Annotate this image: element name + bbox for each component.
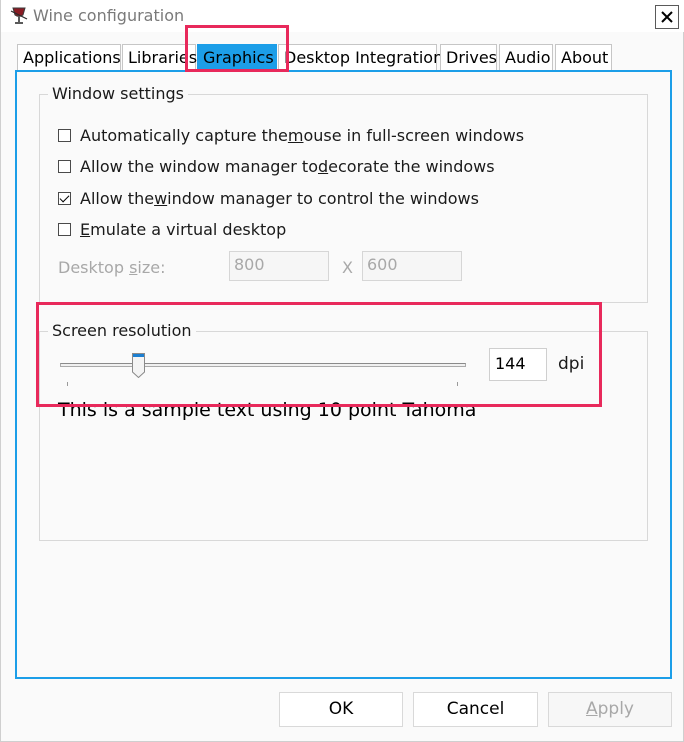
option-label-text: mulate a virtual desktop xyxy=(90,220,287,239)
apply-rest: pply xyxy=(597,699,634,719)
tab-audio[interactable]: Audio xyxy=(499,44,553,71)
apply-button[interactable]: Apply xyxy=(548,692,672,727)
cancel-button[interactable]: Cancel xyxy=(413,692,538,727)
option-label-text: ecorate the windows xyxy=(328,157,495,176)
ok-button[interactable]: OK xyxy=(279,692,403,727)
desktop-size-label: Desktop size: xyxy=(58,258,166,277)
option-label-text: Allow the xyxy=(80,189,155,208)
label-text: ize: xyxy=(137,258,166,277)
option-label-accel: m xyxy=(287,126,304,145)
capture-mouse-checkbox[interactable] xyxy=(58,129,71,142)
close-icon xyxy=(661,11,673,23)
size-separator: X xyxy=(342,258,353,277)
decorate-windows-option[interactable]: Allow the window manager to d ecorate the… xyxy=(58,157,495,176)
tab-desktop-integration[interactable]: Desktop Integration xyxy=(278,44,443,71)
virtual-desktop-checkbox[interactable] xyxy=(58,223,71,236)
capture-mouse-option[interactable]: Automatically capture the m ouse in full-… xyxy=(58,126,524,145)
tab-applications[interactable]: Applications xyxy=(17,44,121,71)
wine-configuration-window: Wine configuration Applications Librarie… xyxy=(0,0,684,742)
apply-accel: A xyxy=(585,699,598,719)
desktop-height-input[interactable]: 600 xyxy=(362,251,462,281)
option-label-text: indow manager to control the windows xyxy=(167,189,479,208)
close-button[interactable] xyxy=(655,5,679,29)
option-label-accel: E xyxy=(80,220,91,239)
label-text: Desktop xyxy=(58,258,130,277)
window-settings-legend: Window settings xyxy=(48,84,188,103)
screen-resolution-highlight xyxy=(36,302,602,407)
tab-drives[interactable]: Drives xyxy=(440,44,497,71)
decorate-windows-checkbox[interactable] xyxy=(58,160,71,173)
title-bar: Wine configuration xyxy=(1,0,684,32)
option-label-text: Automatically capture the xyxy=(80,126,288,145)
virtual-desktop-option[interactable]: Emulate a virtual desktop xyxy=(58,220,286,239)
control-windows-checkbox[interactable] xyxy=(58,192,71,205)
wine-glass-icon xyxy=(10,7,28,24)
window-title: Wine configuration xyxy=(33,6,185,25)
option-label-accel: d xyxy=(318,157,329,176)
desktop-width-input[interactable]: 800 xyxy=(229,251,329,281)
option-label-accel: w xyxy=(154,189,168,208)
control-windows-option[interactable]: Allow the w indow manager to control the … xyxy=(58,189,479,208)
option-label-text: ouse in full-screen windows xyxy=(303,126,525,145)
graphics-tab-highlight xyxy=(185,25,289,72)
option-label-text: Allow the window manager to xyxy=(80,157,318,176)
tab-about[interactable]: About xyxy=(555,44,612,71)
